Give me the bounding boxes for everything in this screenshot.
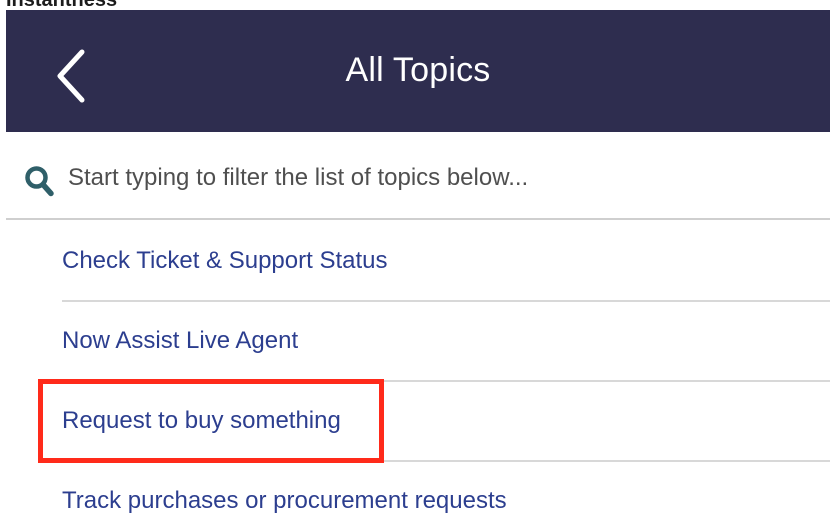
app-header: All Topics xyxy=(6,10,830,132)
topic-label[interactable]: Check Ticket & Support Status xyxy=(62,246,388,276)
topic-item-check-ticket-support-status[interactable]: Check Ticket & Support Status xyxy=(62,222,830,302)
topic-label[interactable]: Now Assist Live Agent xyxy=(62,326,298,356)
topic-list: Check Ticket & Support Status Now Assist… xyxy=(62,222,830,518)
page-title: All Topics xyxy=(345,51,491,89)
search-icon xyxy=(24,165,54,197)
topic-item-request-to-buy-something[interactable]: Request to buy something xyxy=(62,382,830,462)
page: Instantness All Topics Check Ticket & Su… xyxy=(0,0,830,518)
topic-label[interactable]: Request to buy something xyxy=(62,406,341,436)
topic-item-track-purchases[interactable]: Track purchases or procurement requests xyxy=(62,462,830,518)
search-bar xyxy=(6,132,830,220)
topic-item-now-assist-live-agent[interactable]: Now Assist Live Agent xyxy=(62,302,830,382)
search-input[interactable] xyxy=(68,160,808,196)
topic-label[interactable]: Track purchases or procurement requests xyxy=(62,486,507,516)
